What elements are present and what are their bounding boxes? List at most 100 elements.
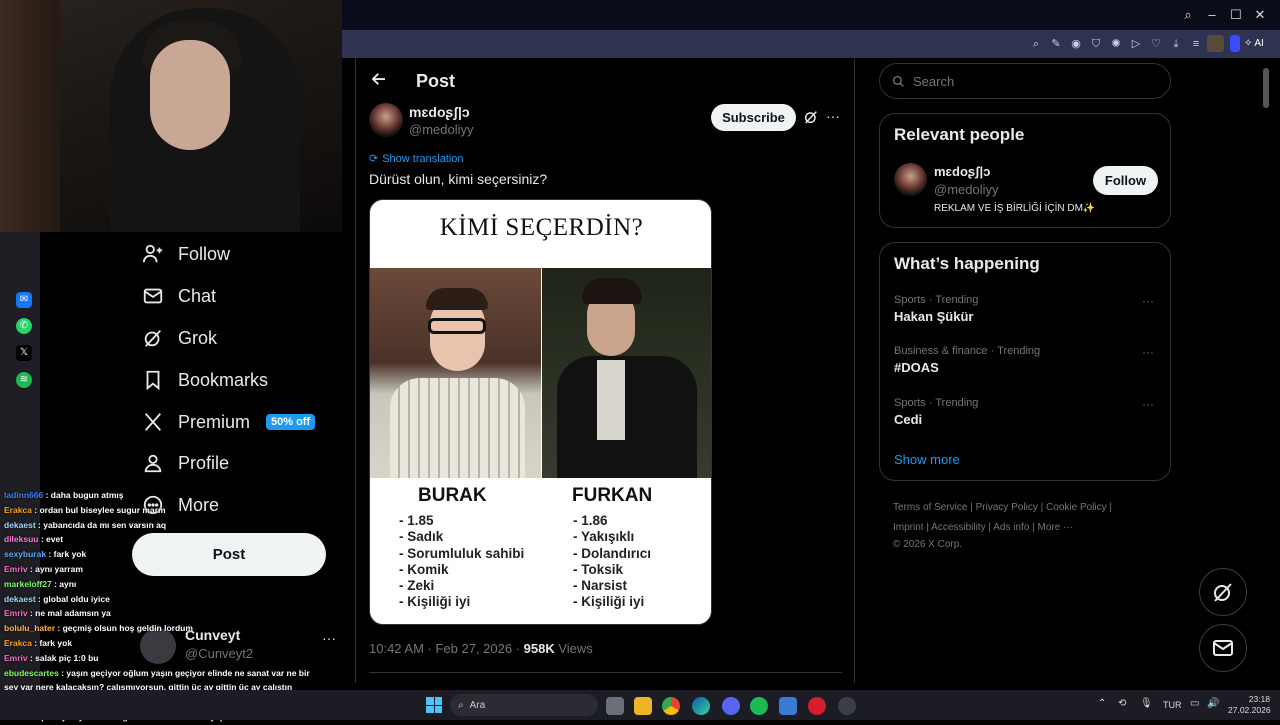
scrollbar-thumb[interactable] [1263, 68, 1269, 108]
chat-text: : salak piç 1:0 bu [27, 652, 99, 663]
chat-text: : yabancıda da mı sen varsın aq [35, 519, 167, 530]
heart-icon[interactable]: ♡ [1148, 36, 1164, 52]
discord-icon[interactable] [722, 697, 740, 715]
chat-username[interactable]: markeloff27 [4, 579, 52, 589]
chat-text: : fark yok [46, 549, 87, 560]
profile-icon [142, 452, 164, 474]
chat-username[interactable]: ebudescartes [4, 668, 59, 678]
edit-icon[interactable]: ✎ [1048, 36, 1064, 52]
footer-link[interactable]: Ads info [993, 522, 1029, 533]
search-input[interactable] [913, 73, 1153, 89]
chat-username[interactable]: Emriv [4, 653, 28, 663]
x-logo-icon [142, 411, 164, 433]
chat-username[interactable]: sexyburak [4, 549, 46, 559]
more-dots-icon[interactable]: ··· [1142, 294, 1154, 308]
nav-item-follow[interactable]: Follow [142, 234, 230, 274]
whatsapp-icon[interactable]: ✆ [16, 318, 32, 334]
trend-item[interactable]: Sports · Trending Hakan Şükür ··· [894, 294, 1164, 330]
grok-icon[interactable] [803, 109, 819, 130]
ai-button[interactable]: ✧ AI [1244, 35, 1264, 52]
chat-username[interactable]: dekaest [4, 520, 36, 530]
messenger-icon[interactable]: ✉ [16, 292, 32, 308]
spotify-icon[interactable]: ≋ [16, 372, 32, 388]
nav-item-chat[interactable]: Chat [142, 276, 216, 316]
avatar[interactable] [894, 163, 927, 196]
author-handle[interactable]: @medoliyy [409, 122, 474, 137]
nav-item-profile[interactable]: Profile [142, 443, 229, 483]
chat-username[interactable]: ladinn666 [4, 490, 43, 500]
chat-username[interactable]: Emriv [4, 564, 28, 574]
shield-icon[interactable]: ⛉ [1088, 36, 1104, 52]
footer-link[interactable]: Privacy Policy [976, 502, 1038, 513]
mic-icon[interactable]: 🎙 [1140, 698, 1153, 709]
app-icon[interactable] [779, 697, 797, 715]
chat-username[interactable]: Erakca [4, 505, 32, 515]
nav-item-grok[interactable]: Grok [142, 318, 217, 358]
browser-search-icon[interactable]: ⌕ [1178, 6, 1198, 24]
obs-icon[interactable] [838, 697, 856, 715]
show-translation-link[interactable]: ⟳ Show translation [369, 152, 464, 166]
more-options-icon[interactable]: ··· [826, 108, 840, 124]
trend-item[interactable]: Business & finance · Trending #DOAS ··· [894, 345, 1164, 381]
grok-float-button[interactable] [1199, 568, 1247, 616]
more-dots-icon[interactable]: ··· [1142, 397, 1154, 411]
trait: - Zeki [399, 578, 435, 594]
taskbar-search[interactable]: ⌕ Ara [450, 694, 598, 716]
show-more-link[interactable]: Show more [894, 452, 960, 467]
footer-link[interactable]: Terms of Service [893, 502, 967, 513]
chat-username[interactable]: dileksuu [4, 534, 38, 544]
copyright: © 2026 X Corp. [893, 539, 963, 550]
premium-discount-badge: 50% off [266, 414, 316, 430]
author-name[interactable]: mɛdoʂʃ|ɔ [409, 104, 470, 120]
opera-icon[interactable] [808, 697, 826, 715]
language-indicator[interactable]: TUR [1163, 700, 1182, 710]
camera-icon[interactable]: ◉ [1068, 36, 1084, 52]
taskbar-clock[interactable]: 23:18 27.02.2026 [1228, 694, 1271, 716]
spotify-icon[interactable] [750, 697, 768, 715]
follow-button[interactable]: Follow [1093, 166, 1158, 195]
zoom-icon[interactable]: ⌕ [1028, 36, 1044, 52]
play-icon[interactable]: ▷ [1128, 36, 1144, 52]
tweet-image[interactable]: KİMİ SEÇERDİN? BURAK FURKAN - 1.85 - Sad… [369, 199, 712, 625]
network-icon[interactable]: ⟲ [1118, 698, 1126, 709]
sidebar-toggle-icon[interactable] [1230, 35, 1240, 52]
windows-start-icon[interactable] [426, 697, 442, 713]
trend-item[interactable]: Sports · Trending Cedi ··· [894, 397, 1164, 433]
display-icon[interactable]: ▭ [1190, 698, 1199, 709]
chat-username[interactable]: bolulu_hater [4, 623, 55, 633]
footer-link[interactable]: More ··· [1038, 522, 1074, 533]
translate-icon: ⟳ [369, 153, 379, 165]
nav-item-premium[interactable]: Premium 50% off [142, 402, 316, 442]
close-button[interactable]: ✕ [1250, 6, 1270, 24]
chat-username[interactable]: Emriv [4, 608, 28, 618]
x-icon[interactable]: 𝕏 [16, 345, 32, 361]
right-photo [542, 268, 711, 478]
more-dots-icon[interactable]: ··· [1142, 345, 1154, 359]
author-avatar[interactable] [369, 103, 403, 137]
back-arrow-icon[interactable] [370, 70, 388, 93]
profile-thumb-icon[interactable] [1207, 35, 1224, 52]
person-handle[interactable]: @medoliyy [934, 182, 999, 197]
footer-link[interactable]: Accessibility [931, 522, 985, 533]
nav-item-bookmarks[interactable]: Bookmarks [142, 360, 268, 400]
volume-icon[interactable]: 🔊 [1207, 698, 1219, 709]
maximize-button[interactable]: ☐ [1226, 6, 1246, 24]
task-view-icon[interactable] [606, 697, 624, 715]
chrome-icon[interactable] [662, 697, 680, 715]
download-icon[interactable]: ⤓ [1168, 36, 1184, 52]
person-name[interactable]: mɛdoʂʃ|ɔ [934, 164, 990, 179]
messages-float-button[interactable] [1199, 624, 1247, 672]
tray-chevron-icon[interactable]: ⌃ [1098, 698, 1106, 709]
edge-icon[interactable] [692, 697, 710, 715]
page-scrollbar[interactable] [1262, 58, 1270, 683]
subscribe-button[interactable]: Subscribe [711, 104, 796, 131]
footer-link[interactable]: Cookie Policy [1046, 502, 1107, 513]
extension-icon[interactable]: ✺ [1108, 36, 1124, 52]
file-explorer-icon[interactable] [634, 697, 652, 715]
chat-username[interactable]: Erakca [4, 638, 32, 648]
menu-icon[interactable]: ≡ [1188, 36, 1204, 52]
footer-link[interactable]: Imprint [893, 522, 924, 533]
search-bar[interactable] [879, 63, 1171, 99]
chat-username[interactable]: dekaest [4, 594, 36, 604]
minimize-button[interactable]: – [1202, 6, 1222, 24]
